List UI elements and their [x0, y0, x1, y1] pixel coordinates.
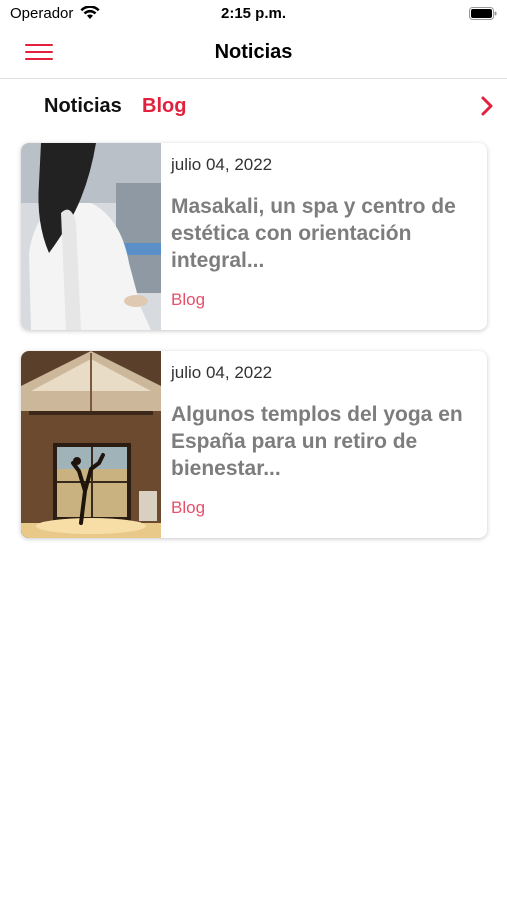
- status-time: 2:15 p.m.: [220, 5, 287, 22]
- post-category[interactable]: Blog: [171, 290, 205, 310]
- post-thumbnail-image: [21, 143, 161, 330]
- status-bar: Operador 2:15 p.m.: [0, 0, 507, 28]
- post-card[interactable]: julio 04, 2022 Algunos templos del yoga …: [21, 351, 487, 538]
- post-date: julio 04, 2022: [171, 363, 273, 382]
- post-thumbnail-image: [21, 351, 161, 538]
- post-category[interactable]: Blog: [171, 498, 205, 518]
- page-title: Noticias: [214, 41, 293, 63]
- post-title[interactable]: Algunos templos del yoga en España para …: [171, 401, 471, 482]
- post-title[interactable]: Masakali, un spa y centro de estética co…: [171, 193, 471, 274]
- tab-noticias[interactable]: Noticias: [44, 95, 122, 118]
- chevron-right-icon[interactable]: [479, 94, 495, 118]
- tab-blog[interactable]: Blog: [142, 95, 186, 118]
- post-card[interactable]: julio 04, 2022 Masakali, un spa y centro…: [21, 143, 487, 330]
- battery-icon: [469, 7, 497, 20]
- post-date: julio 04, 2022: [171, 155, 273, 174]
- category-tabs: Noticias Blog: [0, 90, 507, 126]
- app-header: Noticias: [0, 28, 507, 79]
